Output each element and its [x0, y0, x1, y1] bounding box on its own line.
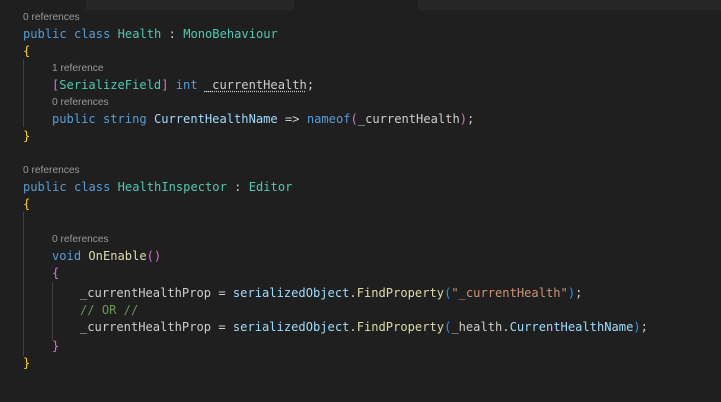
- keyword: class: [73, 180, 111, 194]
- bracket: }: [23, 129, 31, 143]
- bracket: ): [459, 112, 468, 126]
- method-name: OnEnable: [88, 249, 147, 263]
- tab-strip-fragment: [86, 0, 294, 10]
- keyword: public: [23, 27, 67, 41]
- code-line[interactable]: {: [23, 43, 30, 60]
- code-line[interactable]: _currentHealthProp = serializedObject.Fi…: [80, 285, 582, 302]
- code-line[interactable]: }: [23, 128, 30, 145]
- punctuation: ;: [467, 112, 475, 126]
- bracket: ): [633, 320, 641, 334]
- method-call: FindProperty: [356, 286, 445, 300]
- keyword: void: [52, 249, 82, 263]
- code-line[interactable]: // OR //: [80, 302, 138, 319]
- identifier: _health: [451, 320, 503, 334]
- operator: =: [218, 286, 226, 300]
- code-lens-references[interactable]: 0 references: [23, 165, 80, 177]
- bracket: }: [52, 339, 60, 353]
- base-class-name: MonoBehaviour: [183, 27, 278, 41]
- code-lens-references[interactable]: 0 references: [52, 234, 109, 246]
- comment: // OR //: [80, 303, 139, 317]
- code-line[interactable]: [SerializeField] int _currentHealth;: [52, 77, 314, 94]
- keyword: public: [23, 180, 67, 194]
- method-call: FindProperty: [356, 320, 445, 334]
- indent-guide: [23, 59, 24, 127]
- code-line[interactable]: {: [52, 265, 59, 282]
- bracket: {: [23, 44, 31, 58]
- identifier: _currentHealth: [357, 112, 460, 126]
- indent-guide: [23, 212, 24, 356]
- code-line[interactable]: {: [23, 196, 30, 213]
- keyword: class: [73, 27, 111, 41]
- indent-guide: [52, 282, 53, 340]
- field-name: _currentHealth: [204, 78, 307, 92]
- operator: =>: [285, 112, 300, 126]
- code-lens-references[interactable]: 1 reference: [52, 63, 104, 75]
- punctuation: .: [502, 320, 510, 334]
- keyword: public: [52, 112, 96, 126]
- tab-strip-fragment: [418, 0, 721, 10]
- class-name: Health: [117, 27, 162, 41]
- identifier: CurrentHealthName: [509, 320, 634, 334]
- bracket: }: [23, 356, 31, 370]
- code-line[interactable]: }: [23, 355, 30, 372]
- keyword: int: [175, 78, 198, 92]
- identifier: serializedObject: [232, 286, 350, 300]
- punctuation: :: [234, 180, 242, 194]
- punctuation: ;: [306, 78, 315, 92]
- code-line[interactable]: }: [52, 338, 59, 355]
- punctuation: ;: [575, 286, 583, 300]
- base-class-name: Editor: [248, 180, 293, 194]
- operator: =: [218, 320, 226, 334]
- string-literal: "_currentHealth": [451, 286, 568, 300]
- punctuation: :: [168, 27, 176, 41]
- bracket: {: [23, 197, 31, 211]
- punctuation: .: [349, 286, 357, 300]
- bracket: ]: [161, 78, 169, 92]
- keyword: nameof: [306, 112, 351, 126]
- bracket: (): [146, 249, 162, 263]
- code-line[interactable]: public class HealthInspector : Editor: [23, 179, 292, 196]
- punctuation: ;: [640, 320, 648, 334]
- bracket: {: [52, 266, 60, 280]
- property-name: CurrentHealthName: [153, 112, 278, 126]
- attribute-name: SerializeField: [59, 78, 162, 92]
- identifier: serializedObject: [232, 320, 350, 334]
- punctuation: .: [349, 320, 357, 334]
- code-line[interactable]: public string CurrentHealthName => nameo…: [52, 111, 474, 128]
- identifier: _currentHealthProp: [80, 286, 212, 300]
- code-line[interactable]: _currentHealthProp = serializedObject.Fi…: [80, 319, 648, 336]
- code-lens-references[interactable]: 0 references: [23, 12, 80, 24]
- bracket: (: [350, 112, 358, 126]
- identifier: _currentHealthProp: [80, 320, 212, 334]
- code-line[interactable]: public class Health : MonoBehaviour: [23, 26, 278, 43]
- keyword: string: [102, 112, 147, 126]
- code-line[interactable]: void OnEnable(): [52, 248, 161, 265]
- code-editor[interactable]: 0 references public class Health : MonoB…: [0, 0, 721, 402]
- code-lens-references[interactable]: 0 references: [52, 97, 109, 109]
- class-name: HealthInspector: [117, 180, 227, 194]
